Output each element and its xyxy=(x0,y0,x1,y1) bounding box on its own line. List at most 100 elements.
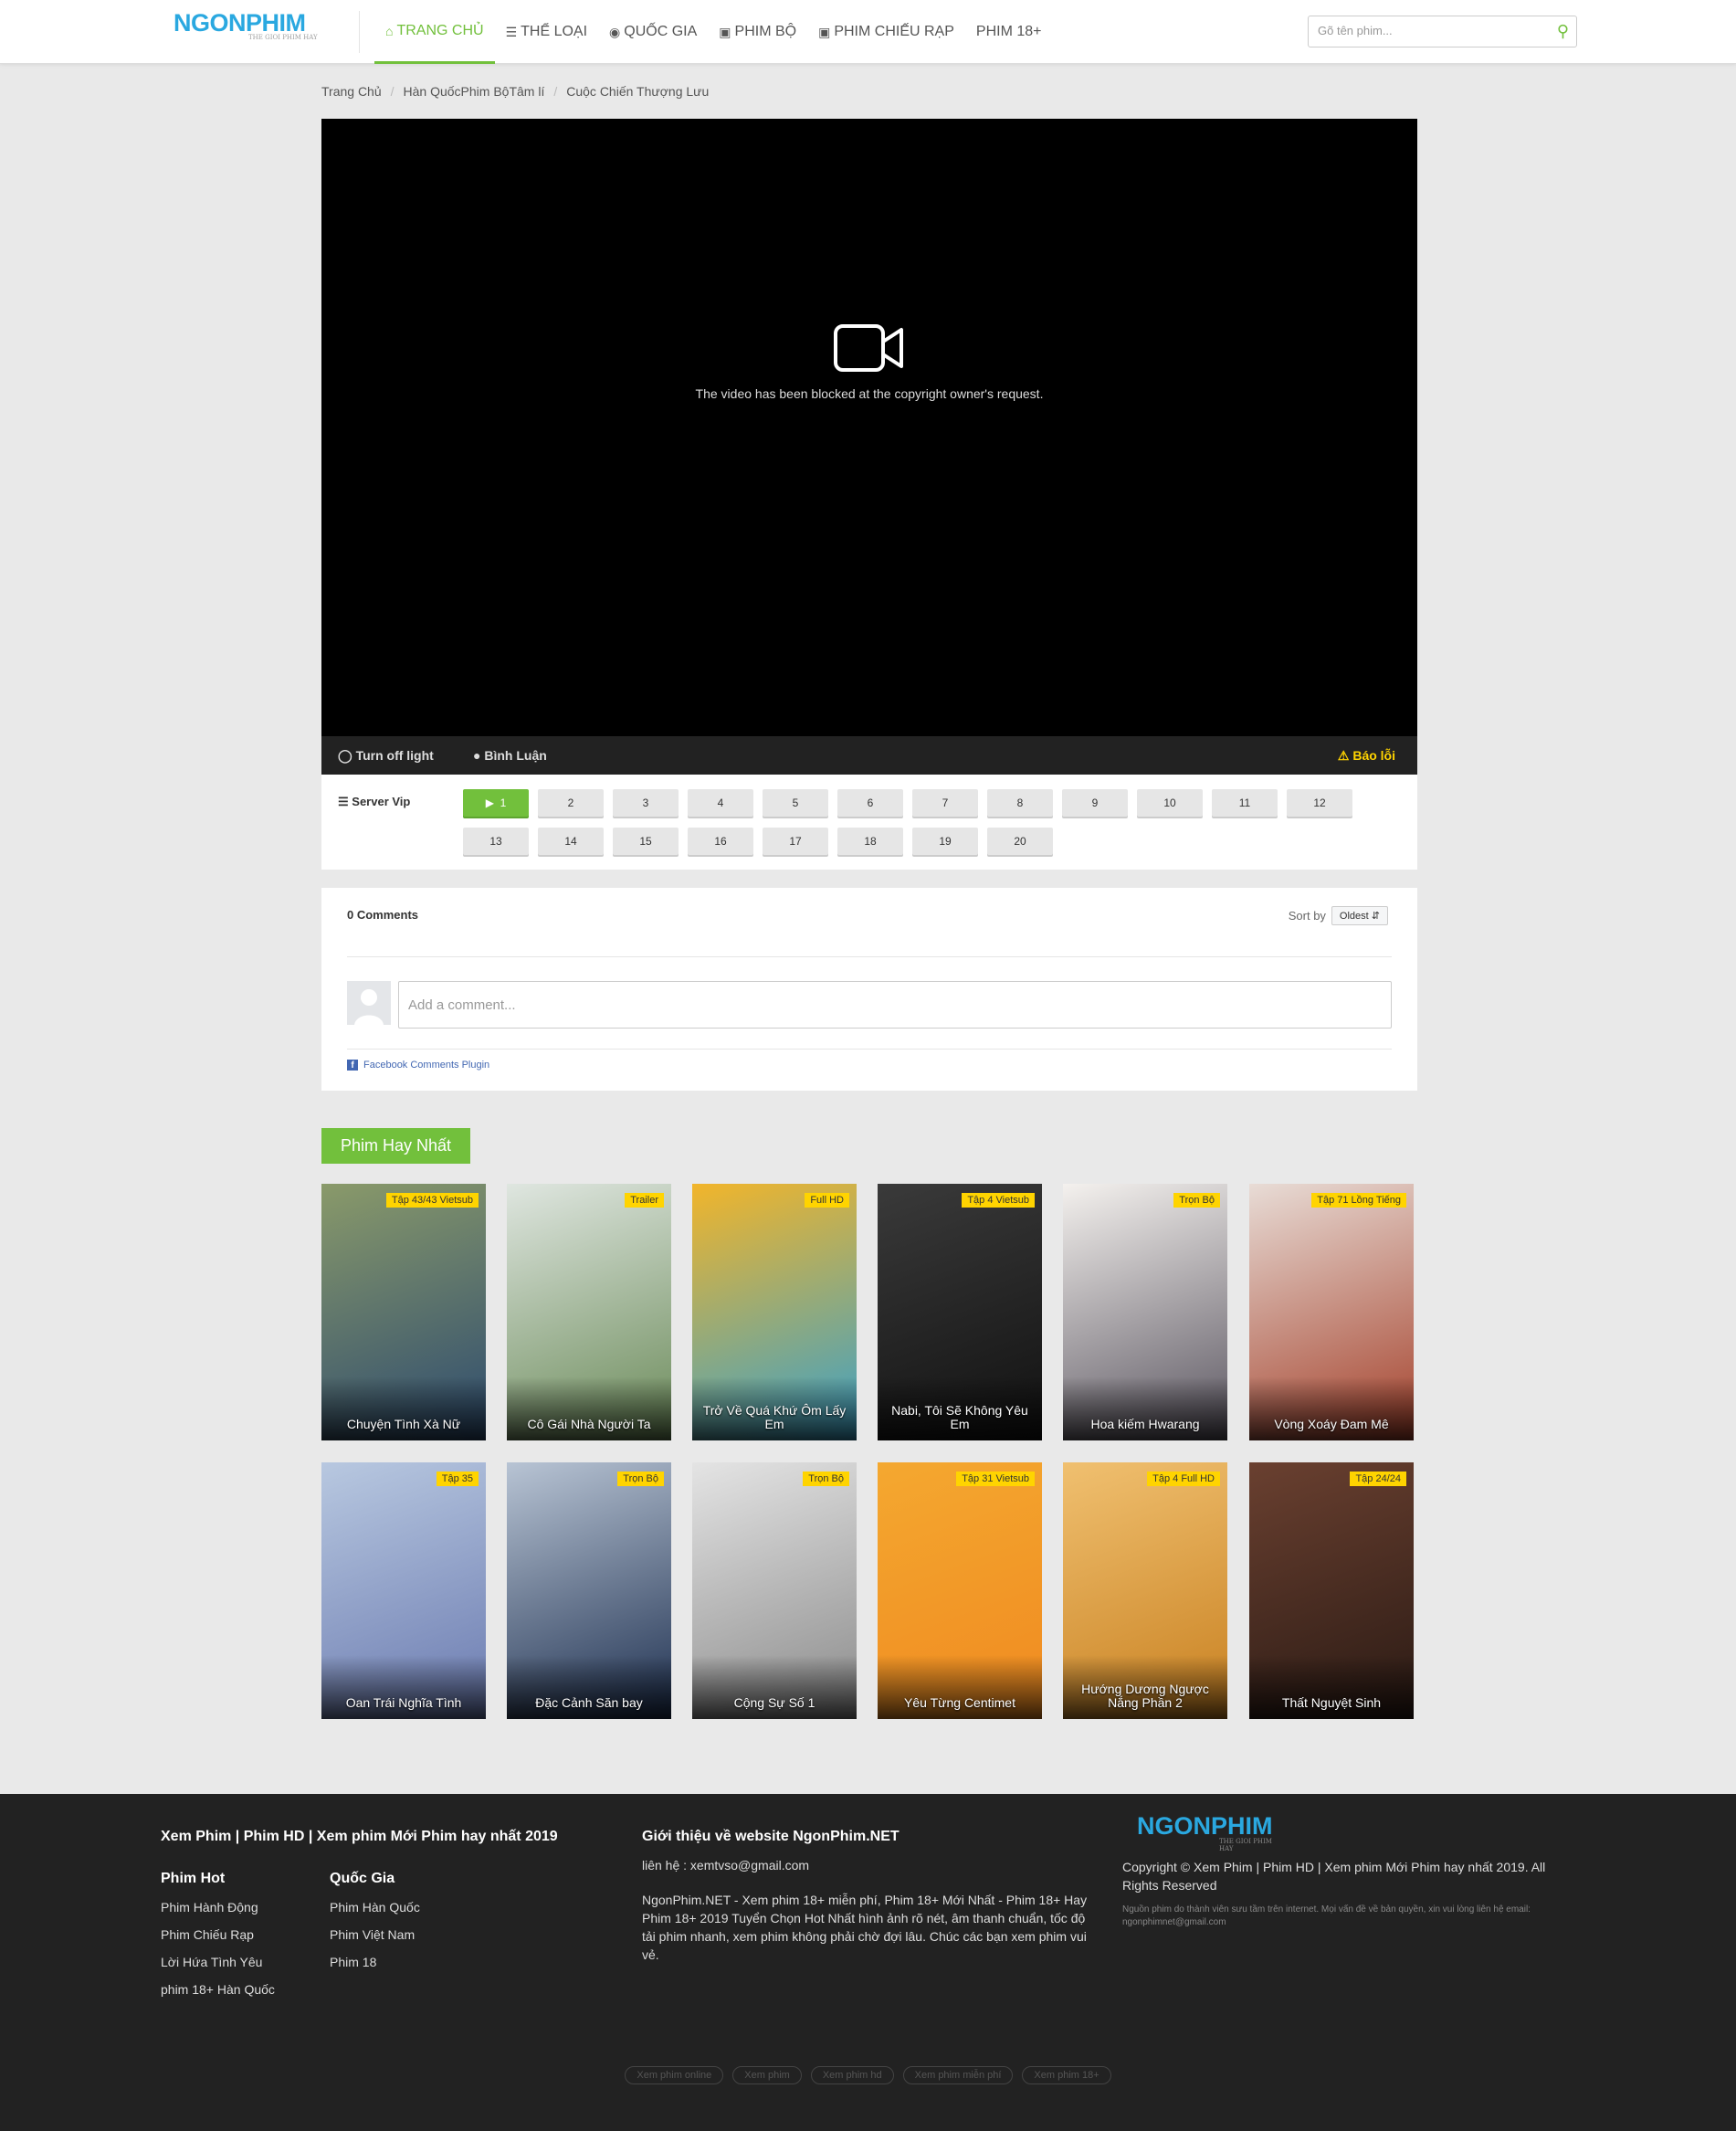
episode-button[interactable]: 16 xyxy=(688,828,753,855)
list-icon: ☰ xyxy=(505,25,518,39)
movie-badge: Tập 31 Vietsub xyxy=(956,1472,1035,1486)
search-input[interactable] xyxy=(1318,24,1546,37)
episode-button[interactable]: 2 xyxy=(538,789,604,817)
episode-button[interactable]: 18 xyxy=(837,828,903,855)
movie-card[interactable]: Tập 31 Vietsub Yêu Từng Centimet xyxy=(878,1462,1042,1719)
episode-button[interactable]: 12 xyxy=(1287,789,1352,817)
breadcrumb-home[interactable]: Trang Chủ xyxy=(321,84,382,99)
sort-select[interactable]: Oldest ⇵ xyxy=(1331,906,1388,925)
movie-badge: Tập 35 xyxy=(436,1472,479,1486)
episode-button[interactable]: 8 xyxy=(987,789,1053,817)
movie-badge: Tập 4 Full HD xyxy=(1147,1472,1220,1486)
movie-card[interactable]: Tập 35 Oan Trái Nghĩa Tình xyxy=(321,1462,486,1719)
movie-card[interactable]: Tập 4 Vietsub Nabi, Tôi Sẽ Không Yêu Em xyxy=(878,1184,1042,1440)
tag-link[interactable]: Xem phim xyxy=(732,2066,802,2084)
episode-button[interactable]: ▶ 1 xyxy=(463,789,529,817)
movie-card[interactable]: Trọn Bộ Cộng Sự Số 1 xyxy=(692,1462,857,1719)
episode-button[interactable]: 11 xyxy=(1212,789,1278,817)
section-title: Phim Hay Nhất xyxy=(321,1128,471,1164)
episode-button[interactable]: 20 xyxy=(987,828,1053,855)
nav-series[interactable]: ▣ PHIM BỘ xyxy=(708,0,807,64)
footer-link[interactable]: phim 18+ Hàn Quốc xyxy=(161,1982,275,1997)
nav-country[interactable]: ◉ QUỐC GIA xyxy=(598,0,708,64)
search-icon[interactable]: ⚲ xyxy=(1557,22,1569,41)
video-player[interactable]: The video has been blocked at the copyri… xyxy=(321,119,1417,736)
episode-button[interactable]: 9 xyxy=(1062,789,1128,817)
episode-button[interactable]: 6 xyxy=(837,789,903,817)
movie-card[interactable]: Tập 24/24 Thất Nguyệt Sinh xyxy=(1249,1462,1414,1719)
breadcrumb: Trang Chủ / Hàn QuốcPhim BộTâm lí / Cuộc… xyxy=(321,84,709,99)
episode-button[interactable]: 5 xyxy=(763,789,828,817)
breadcrumb-current[interactable]: Cuộc Chiến Thượng Lưu xyxy=(566,84,709,99)
episode-button[interactable]: 4 xyxy=(688,789,753,817)
episode-button[interactable]: 14 xyxy=(538,828,604,855)
nav-theater[interactable]: ▣ PHIM CHIẾU RẠP xyxy=(807,0,965,64)
tag-link[interactable]: Xem phim online xyxy=(625,2066,724,2084)
movie-badge: Trailer xyxy=(625,1193,664,1208)
turn-off-light-button[interactable]: ◯ Turn off light xyxy=(338,748,434,764)
footer-link[interactable]: Phim Hành Động xyxy=(161,1900,258,1915)
server-list-icon: ☰ xyxy=(338,795,349,808)
movie-card[interactable]: Tập 43/43 Vietsub Chuyện Tình Xà Nữ xyxy=(321,1184,486,1440)
comment-label: Bình Luận xyxy=(484,748,547,763)
video-camera-icon xyxy=(834,324,903,372)
footer-disclaimer: Nguồn phim do thành viên sưu tầm trên in… xyxy=(1122,1904,1531,1927)
episode-button[interactable]: 17 xyxy=(763,828,828,855)
footer-logo[interactable]: NGONPHIM THE GIOI PHIM HAY xyxy=(1137,1812,1273,1852)
episode-button[interactable]: 3 xyxy=(613,789,679,817)
warning-icon: ⚠ xyxy=(1337,748,1350,763)
server-name: Server Vip xyxy=(352,795,411,808)
movie-card[interactable]: Tập 4 Full HD Hướng Dương Ngược Nắng Phần… xyxy=(1063,1462,1227,1719)
site-logo[interactable]: NGONPHIM THE GIOI PHIM HAY xyxy=(174,9,320,47)
plugin-label: Facebook Comments Plugin xyxy=(363,1060,490,1071)
movie-card[interactable]: Trailer Cô Gái Nhà Người Ta xyxy=(507,1184,671,1440)
movie-card[interactable]: Trọn Bộ Đặc Cảnh Săn bay xyxy=(507,1462,671,1719)
movie-badge: Trọn Bộ xyxy=(1173,1193,1220,1208)
footer-link[interactable]: Phim 18 xyxy=(330,1955,376,1969)
tag-link[interactable]: Xem phim hd xyxy=(810,2066,894,2084)
nav-adult[interactable]: PHIM 18+ xyxy=(965,0,1053,64)
blocked-message: The video has been blocked at the copyri… xyxy=(695,386,1044,401)
footer-link[interactable]: Phim Hàn Quốc xyxy=(330,1900,420,1915)
site-header: NGONPHIM THE GIOI PHIM HAY ⌂ TRANG CHỦ ☰… xyxy=(0,0,1736,64)
user-silhouette-icon xyxy=(347,981,391,1025)
movie-badge: Tập 71 Lồng Tiếng xyxy=(1311,1193,1406,1208)
episode-button[interactable]: 15 xyxy=(613,828,679,855)
logo-tagline: THE GIOI PHIM HAY xyxy=(248,34,318,41)
search-box: ⚲ xyxy=(1308,16,1577,47)
tag-link[interactable]: Xem phim 18+ xyxy=(1022,2066,1111,2084)
footer-link[interactable]: Lời Hứa Tình Yêu xyxy=(161,1955,262,1969)
report-error-button[interactable]: ⚠ Báo lỗi xyxy=(1338,748,1395,764)
nav-series-label: PHIM BỘ xyxy=(734,24,797,39)
play-icon: ▶ xyxy=(485,796,494,809)
film-icon: ▣ xyxy=(818,25,831,39)
logo-text: NGONPHIM xyxy=(174,9,306,37)
episode-button[interactable]: 7 xyxy=(912,789,978,817)
episode-button[interactable]: 13 xyxy=(463,828,529,855)
movie-card[interactable]: Tập 71 Lồng Tiếng Vòng Xoáy Đam Mê xyxy=(1249,1184,1414,1440)
comments-icon: ● xyxy=(473,748,481,763)
nav-theater-label: PHIM CHIẾU RẠP xyxy=(834,24,954,39)
nav-genre[interactable]: ☰ THỂ LOẠI xyxy=(495,0,598,64)
movie-card[interactable]: Full HD Trở Về Quá Khứ Ôm Lấy Em xyxy=(692,1184,857,1440)
tag-link[interactable]: Xem phim miễn phí xyxy=(902,2066,1014,2084)
footer-link[interactable]: Phim Chiếu Rạp xyxy=(161,1927,254,1942)
episode-button[interactable]: 19 xyxy=(912,828,978,855)
movie-title: Cộng Sự Số 1 xyxy=(733,1695,815,1710)
server-panel: ☰ Server Vip ▶ 1 2 3 4 5 6 7 8 9 10 11 1… xyxy=(321,775,1417,870)
facebook-plugin-link[interactable]: f Facebook Comments Plugin xyxy=(347,1060,489,1071)
comment-button[interactable]: ● Bình Luận xyxy=(473,748,547,763)
nav-home[interactable]: ⌂ TRANG CHỦ xyxy=(374,0,495,64)
divider xyxy=(347,956,1392,957)
nav-genre-label: THỂ LOẠI xyxy=(521,24,588,39)
episode-button[interactable]: 10 xyxy=(1137,789,1203,817)
footer-link[interactable]: Phim Việt Nam xyxy=(330,1927,415,1942)
breadcrumb-category[interactable]: Hàn QuốcPhim BộTâm lí xyxy=(404,84,545,99)
nav-country-label: QUỐC GIA xyxy=(624,24,698,39)
comment-input[interactable] xyxy=(398,981,1392,1029)
movie-title: Hoa kiếm Hwarang xyxy=(1090,1417,1200,1431)
facebook-icon: f xyxy=(347,1060,358,1071)
footer-logo-tagline: THE GIOI PHIM HAY xyxy=(1219,1838,1272,1852)
movie-card[interactable]: Trọn Bộ Hoa kiếm Hwarang xyxy=(1063,1184,1227,1440)
movie-badge: Tập 24/24 xyxy=(1350,1472,1406,1486)
